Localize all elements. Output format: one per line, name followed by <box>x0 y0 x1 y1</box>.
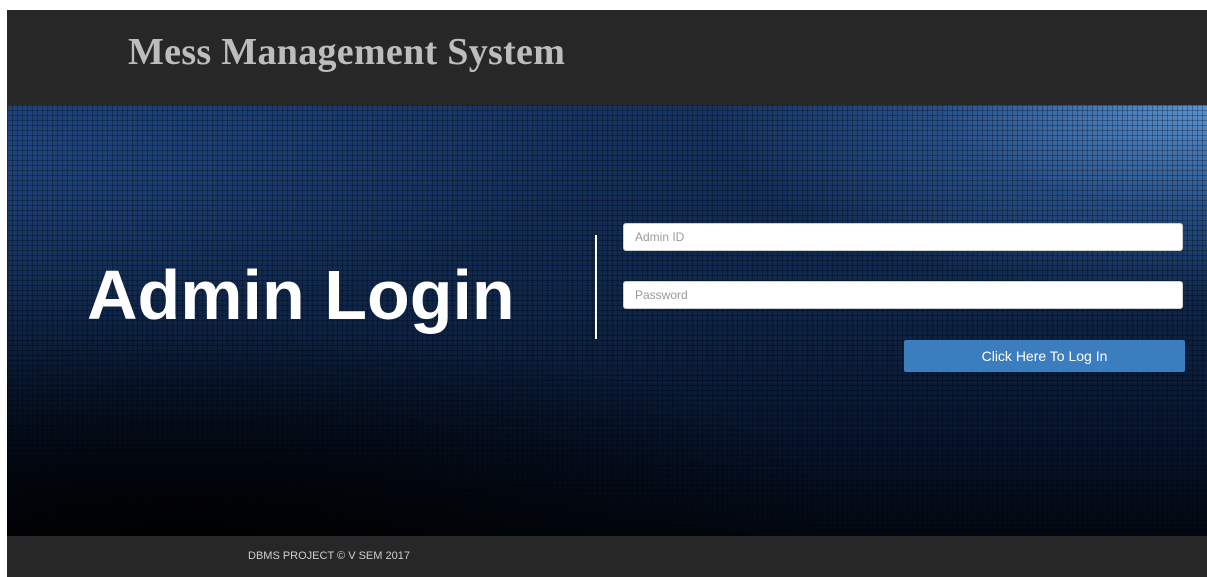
vertical-divider <box>595 235 597 339</box>
login-button[interactable]: Click Here To Log In <box>904 340 1185 372</box>
login-hero: Admin Login Click Here To Log In <box>7 105 1207 536</box>
page: Mess Management System Admin Login Click… <box>7 10 1207 577</box>
admin-id-input[interactable] <box>623 223 1183 251</box>
site-footer: DBMS PROJECT © V SEM 2017 <box>7 536 1207 577</box>
footer-copyright: DBMS PROJECT © V SEM 2017 <box>248 550 410 562</box>
site-title: Mess Management System <box>128 31 566 73</box>
password-input[interactable] <box>623 281 1183 309</box>
login-heading: Admin Login <box>87 256 515 334</box>
site-header: Mess Management System <box>7 10 1207 105</box>
